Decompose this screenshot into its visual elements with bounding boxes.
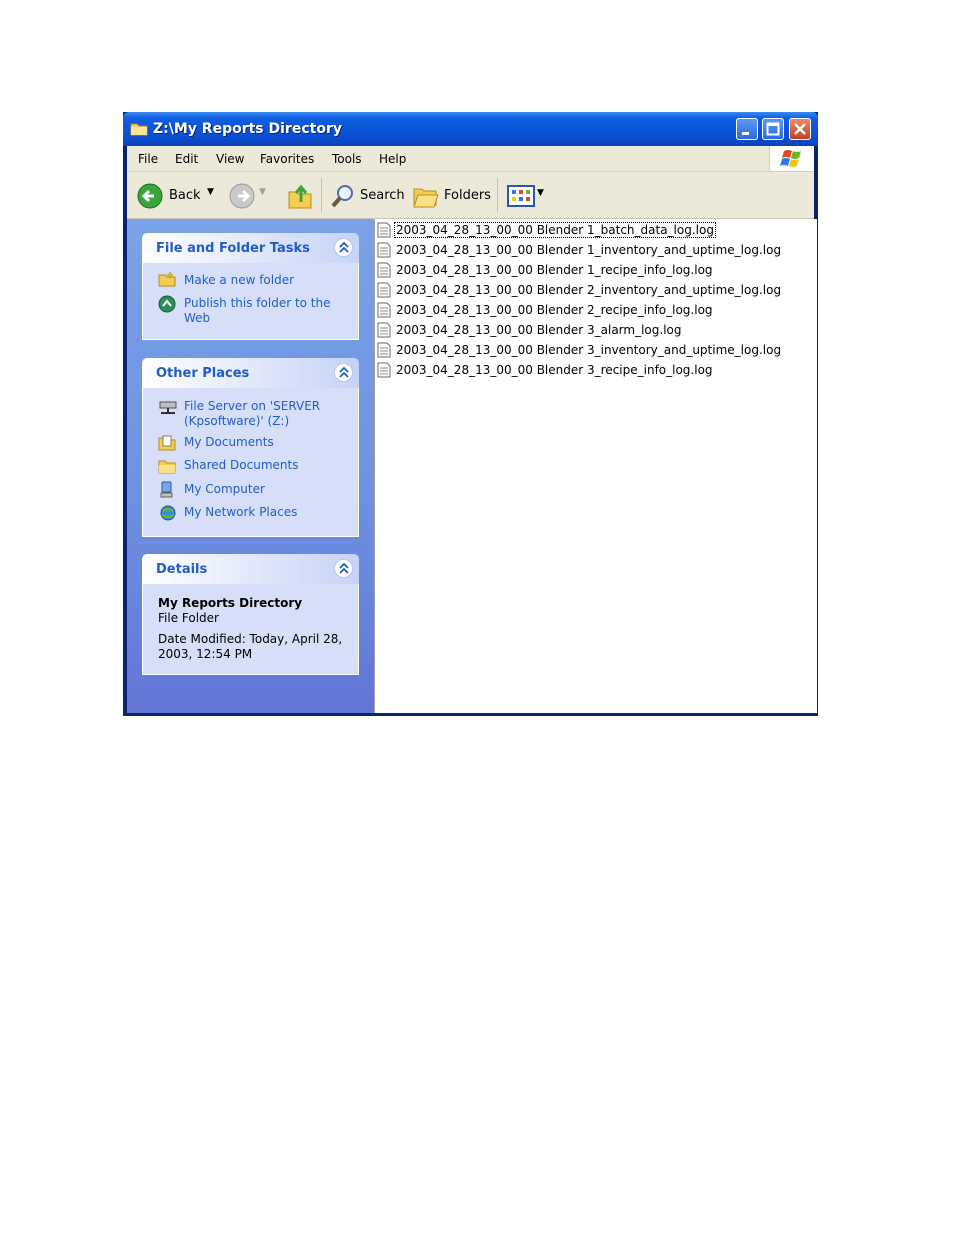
close-button[interactable] bbox=[789, 118, 811, 140]
details-date-modified: Date Modified: Today, April 28, 2003, 12… bbox=[158, 632, 343, 661]
back-arrow-icon[interactable] bbox=[137, 183, 163, 213]
minimize-button[interactable] bbox=[736, 118, 758, 140]
menu-bar: File Edit View Favorites Tools Help bbox=[127, 146, 814, 172]
standard-toolbar: Back ▼ ▼ Search Folders ▼ bbox=[127, 172, 814, 219]
file-name: 2003_04_28_13_00_00 Blender 2_recipe_inf… bbox=[396, 303, 713, 317]
text-file-icon bbox=[377, 282, 391, 301]
shared-documents-icon bbox=[158, 458, 176, 478]
text-file-icon bbox=[377, 322, 391, 341]
folder-icon bbox=[130, 121, 148, 140]
back-button-label[interactable]: Back bbox=[169, 188, 201, 203]
text-file-icon bbox=[377, 342, 391, 361]
details-folder-type: File Folder bbox=[158, 611, 219, 625]
publish-web-icon bbox=[158, 295, 176, 317]
back-dropdown-icon[interactable]: ▼ bbox=[207, 187, 214, 197]
file-list-pane: 2003_04_28_13_00_00 Blender 1_batch_data… bbox=[374, 219, 817, 713]
file-server-link[interactable]: File Server on 'SERVER (Kpsoftware)' (Z:… bbox=[184, 399, 349, 429]
folders-icon[interactable] bbox=[412, 183, 440, 213]
network-drive-icon bbox=[158, 399, 178, 419]
panel-header[interactable]: Details bbox=[142, 554, 359, 584]
file-name: 2003_04_28_13_00_00 Blender 3_recipe_inf… bbox=[396, 363, 713, 377]
file-name: 2003_04_28_13_00_00 Blender 3_alarm_log.… bbox=[396, 323, 682, 337]
panel-title: Details bbox=[156, 562, 208, 577]
file-folder-tasks-panel: File and Folder Tasks Make a new folder … bbox=[142, 233, 359, 340]
explorer-window: Z:\My Reports Directory File Edit View F… bbox=[123, 112, 818, 716]
panel-body: Make a new folder Publish this folder to… bbox=[142, 263, 359, 340]
my-documents-icon bbox=[158, 434, 176, 455]
views-icon[interactable] bbox=[507, 184, 535, 212]
views-dropdown-icon[interactable]: ▼ bbox=[537, 188, 544, 198]
search-icon[interactable] bbox=[329, 182, 357, 214]
menu-favorites[interactable]: Favorites bbox=[260, 152, 314, 166]
forward-dropdown-icon[interactable]: ▼ bbox=[259, 187, 266, 197]
file-name: 2003_04_28_13_00_00 Blender 2_inventory_… bbox=[396, 283, 782, 297]
task-pane: File and Folder Tasks Make a new folder … bbox=[127, 219, 374, 713]
details-folder-name: My Reports Directory bbox=[158, 596, 303, 610]
panel-title: Other Places bbox=[156, 366, 250, 381]
collapse-chevron-icon[interactable] bbox=[334, 238, 353, 257]
menu-help[interactable]: Help bbox=[379, 152, 406, 166]
menu-view[interactable]: View bbox=[216, 152, 244, 166]
file-name: 2003_04_28_13_00_00 Blender 1_recipe_inf… bbox=[396, 263, 713, 277]
text-file-icon bbox=[377, 242, 391, 261]
window-title: Z:\My Reports Directory bbox=[153, 121, 342, 137]
menu-file[interactable]: File bbox=[138, 152, 158, 166]
collapse-chevron-icon[interactable] bbox=[334, 559, 353, 578]
file-name: 2003_04_28_13_00_00 Blender 1_batch_data… bbox=[394, 222, 716, 238]
panel-body: My Reports Directory File Folder Date Mo… bbox=[142, 584, 359, 675]
file-name: 2003_04_28_13_00_00 Blender 1_inventory_… bbox=[396, 243, 782, 257]
collapse-chevron-icon[interactable] bbox=[334, 363, 353, 382]
my-documents-link[interactable]: My Documents bbox=[184, 435, 274, 450]
text-file-icon bbox=[377, 302, 391, 321]
shared-documents-link[interactable]: Shared Documents bbox=[184, 458, 298, 473]
my-network-places-link[interactable]: My Network Places bbox=[184, 505, 297, 520]
my-computer-link[interactable]: My Computer bbox=[184, 482, 265, 497]
publish-folder-link[interactable]: Publish this folder to the Web bbox=[184, 296, 344, 326]
up-folder-icon[interactable] bbox=[287, 182, 313, 214]
menu-tools[interactable]: Tools bbox=[332, 152, 362, 166]
panel-header[interactable]: Other Places bbox=[142, 358, 359, 388]
title-bar[interactable]: Z:\My Reports Directory bbox=[123, 112, 818, 146]
other-places-panel: Other Places File Server on 'SERVER (Kps… bbox=[142, 358, 359, 537]
menu-edit[interactable]: Edit bbox=[175, 152, 198, 166]
my-network-places-icon bbox=[158, 504, 178, 526]
search-button-label[interactable]: Search bbox=[360, 188, 405, 203]
text-file-icon bbox=[377, 362, 391, 381]
windows-logo-icon bbox=[769, 146, 814, 171]
text-file-icon bbox=[377, 262, 391, 281]
make-new-folder-link[interactable]: Make a new folder bbox=[184, 273, 294, 288]
maximize-button[interactable] bbox=[762, 118, 784, 140]
new-folder-icon bbox=[158, 271, 176, 291]
panel-body: File Server on 'SERVER (Kpsoftware)' (Z:… bbox=[142, 388, 359, 537]
toolbar-separator bbox=[321, 178, 322, 212]
text-file-icon bbox=[377, 222, 391, 241]
file-name: 2003_04_28_13_00_00 Blender 3_inventory_… bbox=[396, 343, 782, 357]
forward-arrow-icon[interactable] bbox=[229, 183, 255, 213]
panel-title: File and Folder Tasks bbox=[156, 241, 310, 256]
panel-header[interactable]: File and Folder Tasks bbox=[142, 233, 359, 263]
details-panel: Details My Reports Directory File Folder… bbox=[142, 554, 359, 675]
toolbar-separator bbox=[497, 178, 498, 212]
folders-button-label[interactable]: Folders bbox=[444, 188, 491, 203]
my-computer-icon bbox=[158, 481, 176, 503]
